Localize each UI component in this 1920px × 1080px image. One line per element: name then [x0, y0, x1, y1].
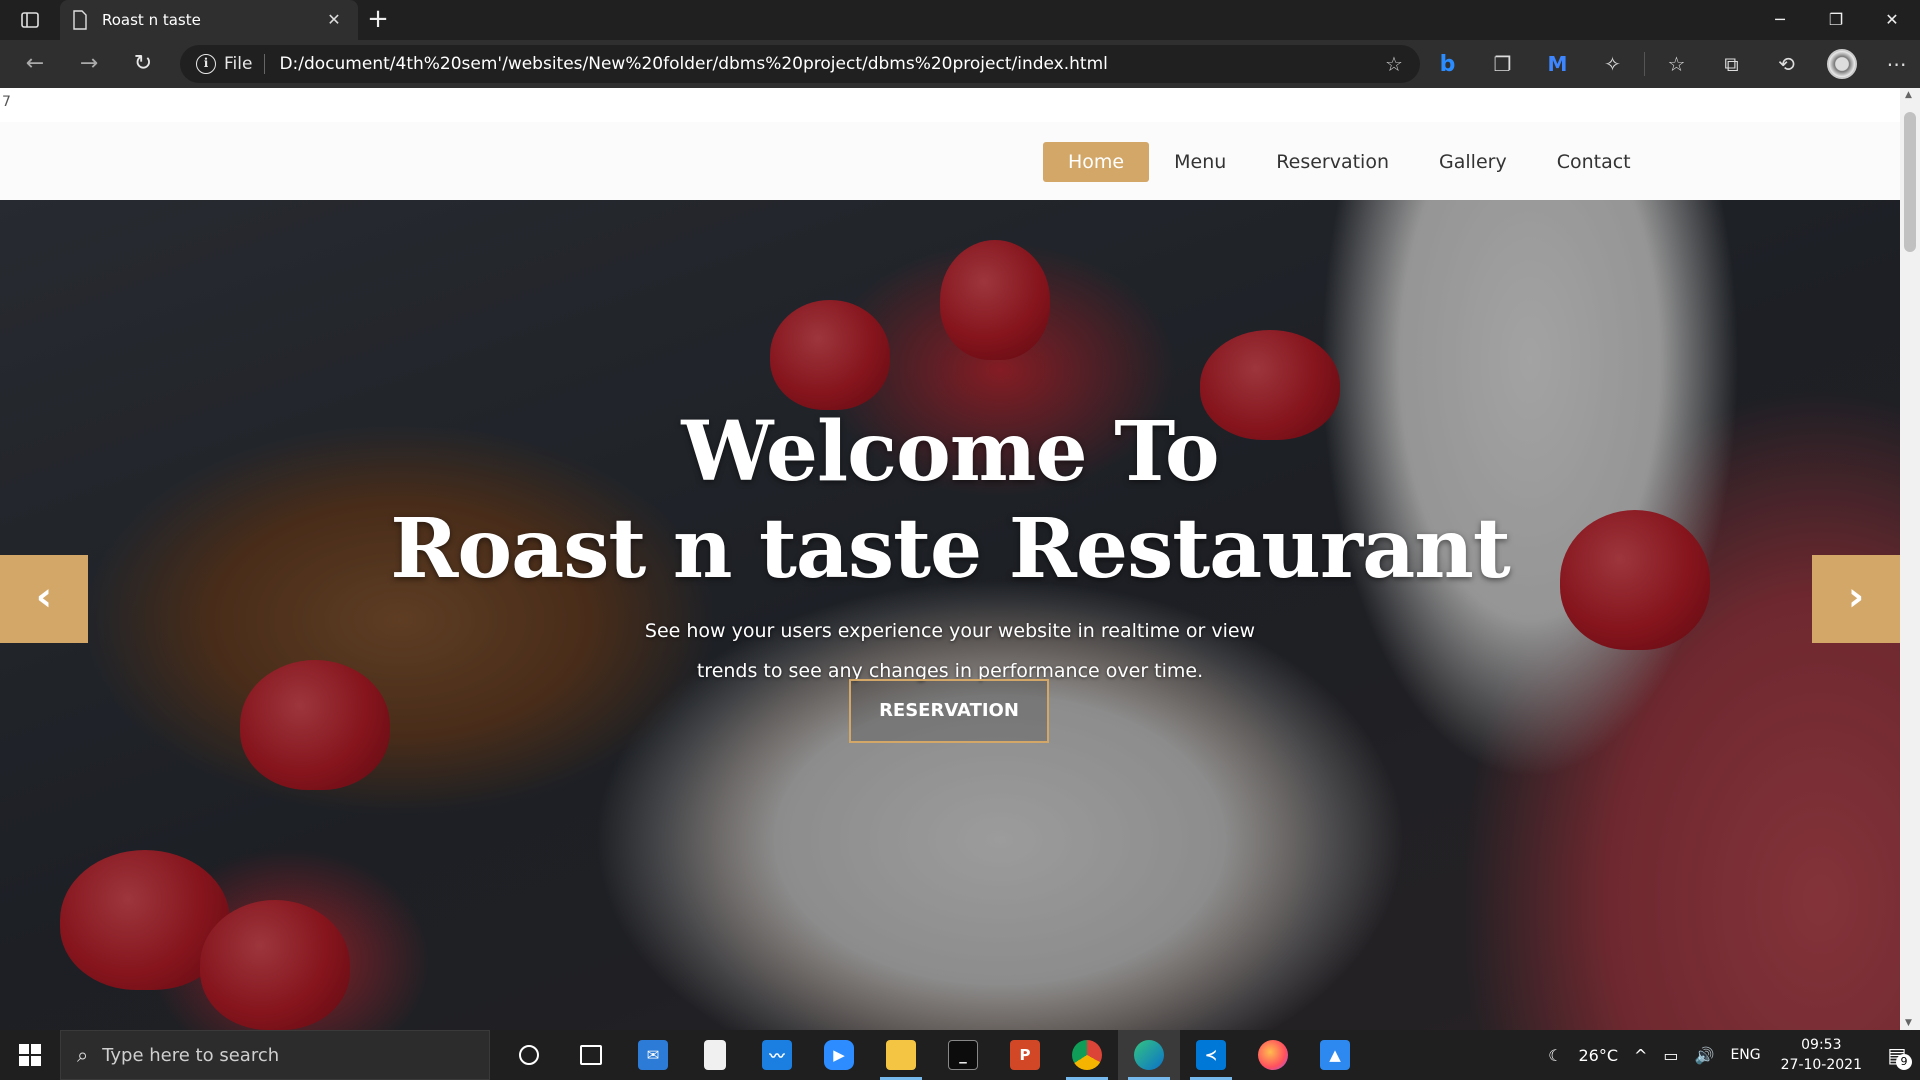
show-hidden-icons-icon[interactable]: ^	[1626, 1046, 1655, 1065]
weather-icon[interactable]: ☾	[1540, 1046, 1570, 1065]
scrollbar-thumb[interactable]	[1904, 112, 1916, 252]
favorites-icon[interactable]: ☆	[1649, 40, 1704, 88]
browser-toolbar: ← → ↻ i File D:/document/4th%20sem'/webs…	[0, 40, 1920, 88]
extensions-icon[interactable]: ✧	[1585, 40, 1640, 88]
task-view-icon[interactable]	[560, 1030, 622, 1080]
meet-now-icon[interactable]: ▭	[1655, 1046, 1686, 1065]
address-separator	[264, 54, 266, 74]
hero-title-line1: Welcome To	[681, 404, 1219, 500]
close-tab-icon[interactable]: ✕	[324, 10, 344, 30]
extension-toolbar: b ❐ M ✧ ☆ ⧉ ⟲ ⋯	[1420, 40, 1920, 88]
clock-date: 27-10-2021	[1780, 1057, 1862, 1073]
new-tab-button[interactable]: +	[358, 0, 398, 40]
window-controls: ─ ❐ ✕	[1752, 0, 1920, 40]
browser-tab-bar: Roast n taste ✕ + ─ ❐ ✕	[0, 0, 1920, 40]
nav-item-gallery[interactable]: Gallery	[1414, 142, 1532, 182]
address-url[interactable]: D:/document/4th%20sem'/websites/New%20fo…	[279, 54, 1107, 74]
language-indicator[interactable]: ENG	[1722, 1047, 1768, 1063]
chrome-icon[interactable]	[1056, 1030, 1118, 1080]
nav-item-reservation[interactable]: Reservation	[1251, 142, 1414, 182]
taskbar-clock[interactable]: 09:53 27-10-2021	[1769, 1035, 1874, 1075]
more-options-icon[interactable]: ⋯	[1869, 40, 1920, 88]
m-extension-icon[interactable]: M	[1530, 40, 1585, 88]
scroll-down-icon[interactable]: ▼	[1905, 1018, 1912, 1028]
scroll-up-icon[interactable]: ▲	[1905, 90, 1912, 100]
edge-icon[interactable]	[1118, 1030, 1180, 1080]
back-icon[interactable]: ←	[8, 40, 62, 88]
tab-title: Roast n taste	[102, 11, 201, 29]
health-app-icon[interactable]: 〰	[746, 1030, 808, 1080]
nav-item-menu[interactable]: Menu	[1149, 142, 1251, 182]
forward-icon[interactable]: →	[62, 40, 116, 88]
collections-icon[interactable]: ⧉	[1704, 40, 1759, 88]
site-navbar: Home Menu Reservation Gallery Contact	[0, 122, 1900, 200]
close-window-icon[interactable]: ✕	[1864, 0, 1920, 40]
windows-logo-icon	[19, 1044, 41, 1066]
minimize-icon[interactable]: ─	[1752, 0, 1808, 40]
notification-center-button[interactable]: ▤ 9	[1874, 1030, 1920, 1080]
notification-badge: 9	[1896, 1054, 1912, 1070]
address-bar[interactable]: i File D:/document/4th%20sem'/websites/N…	[180, 45, 1420, 83]
slider-prev-icon[interactable]: ‹	[0, 555, 88, 643]
mail-icon[interactable]: ✉	[622, 1030, 684, 1080]
tab-actions-button[interactable]	[0, 0, 60, 40]
vscode-icon[interactable]: ≺	[1180, 1030, 1242, 1080]
hero-content: Welcome To Roast n taste Restaurant See …	[0, 200, 1900, 1030]
info-icon[interactable]: i	[196, 54, 216, 74]
terminal-icon[interactable]: _	[932, 1030, 994, 1080]
history-icon[interactable]: ⟲	[1759, 40, 1814, 88]
weather-temperature[interactable]: 26°C	[1570, 1046, 1626, 1065]
hero-slider: Welcome To Roast n taste Restaurant See …	[0, 200, 1900, 1030]
address-scheme: File	[224, 54, 253, 74]
page-scrollbar[interactable]: ▲ ▼	[1900, 88, 1920, 1030]
bing-icon[interactable]: b	[1420, 40, 1475, 88]
search-placeholder: Type here to search	[102, 1044, 280, 1066]
nav-item-home[interactable]: Home	[1043, 142, 1150, 182]
photos-icon[interactable]: ▲	[1304, 1030, 1366, 1080]
zoom-icon[interactable]: ▶	[808, 1030, 870, 1080]
powerpoint-icon[interactable]: P	[994, 1030, 1056, 1080]
firefox-icon[interactable]	[1242, 1030, 1304, 1080]
stray-text: 7	[2, 94, 11, 110]
restore-icon[interactable]: ❐	[1808, 0, 1864, 40]
refresh-icon[interactable]: ↻	[116, 40, 170, 88]
start-button[interactable]	[0, 1030, 60, 1080]
toolbar-separator	[1644, 52, 1645, 76]
nav-item-contact[interactable]: Contact	[1532, 142, 1656, 182]
tab-actions-icon	[21, 12, 39, 28]
hero-title-line2: Roast n taste Restaurant	[390, 501, 1510, 597]
windows-taskbar: ⌕ Type here to search ✉ 〰 ▶ _ P ≺ ▲ ☾ 26…	[0, 1030, 1920, 1080]
volume-icon[interactable]: 🔊	[1687, 1046, 1723, 1065]
taskbar-search-box[interactable]: ⌕ Type here to search	[60, 1030, 490, 1080]
slider-next-icon[interactable]: ›	[1812, 555, 1900, 643]
avatar	[1826, 49, 1857, 79]
notepad-icon[interactable]	[684, 1030, 746, 1080]
hero-subtitle-line1: See how your users experience your websi…	[644, 620, 1256, 642]
file-explorer-icon[interactable]	[870, 1030, 932, 1080]
system-tray: ☾ 26°C ^ ▭ 🔊 ENG 09:53 27-10-2021 ▤ 9	[1540, 1030, 1920, 1080]
search-icon: ⌕	[77, 1043, 89, 1067]
nav-menu: Home Menu Reservation Gallery Contact	[1043, 142, 1656, 182]
cortana-icon[interactable]	[498, 1030, 560, 1080]
reservation-button[interactable]: RESERVATION	[849, 679, 1049, 743]
document-icon	[73, 10, 87, 30]
collections-extension-icon[interactable]: ❐	[1475, 40, 1530, 88]
browser-tab[interactable]: Roast n taste ✕	[60, 0, 358, 40]
clock-time: 09:53	[1801, 1037, 1842, 1053]
profile-avatar[interactable]	[1814, 40, 1869, 88]
add-favorite-icon[interactable]: ☆	[1382, 52, 1406, 76]
page-viewport: 7 Home Menu Reservation Gallery Contact …	[0, 88, 1920, 1030]
taskbar-apps: ✉ 〰 ▶ _ P ≺ ▲	[498, 1030, 1366, 1080]
